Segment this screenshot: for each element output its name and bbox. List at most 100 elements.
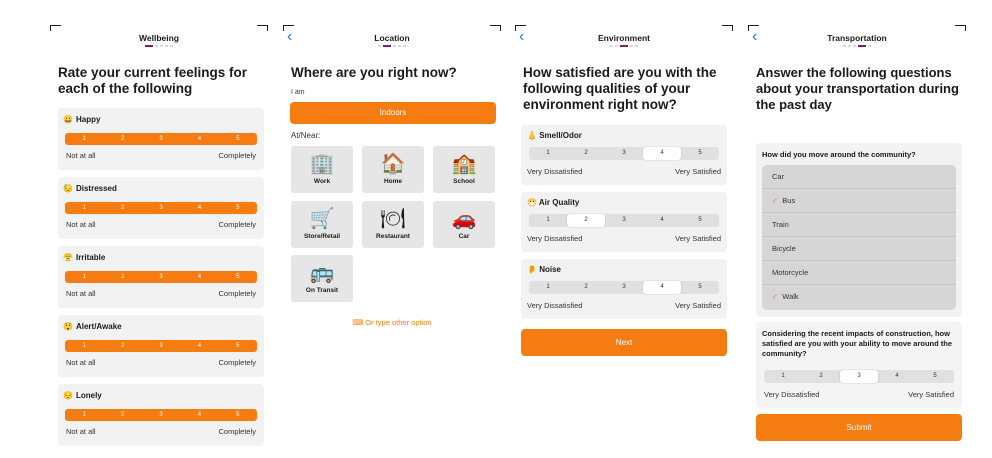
location-option-car[interactable]: 🚗 Car (433, 201, 495, 248)
scale-option-2[interactable]: 2 (567, 147, 605, 160)
low-label: Very Dissatisfied (527, 301, 583, 310)
scale-option-2[interactable]: 2 (567, 281, 605, 294)
high-label: Very Satisfied (908, 390, 954, 399)
rating-option-3[interactable]: 3 (142, 340, 180, 352)
rating-option-4[interactable]: 4 (180, 133, 218, 145)
mode-option-bus[interactable]: ✓ Bus (762, 189, 956, 213)
type-other-option-link[interactable]: ⌨ Or type other option (283, 318, 501, 327)
high-label: Completely (218, 427, 256, 436)
rating-label: 😓 Distressed (63, 184, 117, 193)
rating-option-4[interactable]: 4 (180, 340, 218, 352)
rating-option-1[interactable]: 1 (65, 340, 103, 352)
rating-option-3[interactable]: 3 (142, 133, 180, 145)
scale-option-4-selected[interactable]: 4 (643, 147, 681, 160)
progress-dots (145, 45, 173, 47)
low-label: Very Dissatisfied (527, 167, 583, 176)
scale-option-5[interactable]: 5 (681, 281, 719, 294)
scale-option-1[interactable]: 1 (529, 281, 567, 294)
scale-option-1[interactable]: 1 (529, 214, 567, 227)
rating-option-3[interactable]: 3 (142, 271, 180, 283)
high-label: Completely (218, 358, 256, 367)
rating-scale[interactable]: 12345 (65, 340, 257, 352)
rating-option-3[interactable]: 3 (142, 409, 180, 421)
scale-option-3[interactable]: 3 (605, 147, 643, 160)
scale-option-1[interactable]: 1 (529, 147, 567, 160)
frame-corner (955, 25, 966, 31)
high-label: Very Satisfied (675, 234, 721, 243)
location-option-transit[interactable]: 🚌 On Transit (291, 255, 353, 302)
rating-scale[interactable]: 12345 (65, 409, 257, 421)
low-label: Not at all (66, 151, 96, 160)
scale-option-1[interactable]: 1 (764, 370, 802, 383)
location-option-store[interactable]: 🛒 Store/Retail (291, 201, 353, 248)
transport-mode-list: Car ✓ Bus Train Bicycle Motorcycle ✓ Walk (762, 165, 956, 310)
environment-header: Environment (598, 33, 650, 43)
satisfaction-scale[interactable]: 12345 (529, 147, 719, 160)
page-title: How satisfied are you with the following… (523, 65, 717, 112)
high-label: Completely (218, 151, 256, 160)
rating-label: 😲 Alert/Awake (63, 322, 122, 331)
rating-option-5[interactable]: 5 (219, 133, 257, 145)
scale-option-5[interactable]: 5 (681, 214, 719, 227)
satisfaction-scale[interactable]: 12345 (529, 214, 719, 227)
high-label: Completely (218, 289, 256, 298)
rating-card-lonely: 😔 Lonely 12345 Not at all Completely (58, 384, 264, 446)
rating-option-5[interactable]: 5 (219, 271, 257, 283)
scale-option-4-selected[interactable]: 4 (643, 281, 681, 294)
rating-scale[interactable]: 12345 (65, 202, 257, 214)
rating-option-1[interactable]: 1 (65, 409, 103, 421)
environment-screen: ‹ Environment How satisfied are you with… (515, 25, 733, 450)
indoors-button[interactable]: Indoors (290, 102, 496, 124)
location-option-home[interactable]: 🏠 Home (362, 146, 424, 193)
location-option-restaurant[interactable]: 🍽 Restaurant (362, 201, 424, 248)
rating-option-1[interactable]: 1 (65, 271, 103, 283)
rating-option-2[interactable]: 2 (103, 133, 141, 145)
rating-label: 😤 Irritable (63, 253, 106, 262)
location-option-work[interactable]: 🏢 Work (291, 146, 353, 193)
rating-option-4[interactable]: 4 (180, 409, 218, 421)
location-option-school[interactable]: 🏫 School (433, 146, 495, 193)
scale-option-3-selected[interactable]: 3 (840, 370, 878, 383)
mode-option-motorcycle[interactable]: Motorcycle (762, 261, 956, 285)
satisfaction-scale[interactable]: 12345 (764, 370, 954, 383)
bus-icon: 🚌 (309, 262, 335, 284)
submit-button[interactable]: Submit (756, 414, 962, 441)
scale-option-5[interactable]: 5 (681, 147, 719, 160)
scale-option-3[interactable]: 3 (605, 281, 643, 294)
scale-option-5[interactable]: 5 (916, 370, 954, 383)
rating-option-5[interactable]: 5 (219, 409, 257, 421)
rating-option-2[interactable]: 2 (103, 202, 141, 214)
office-building-icon: 🏢 (309, 153, 335, 175)
satisfaction-scale[interactable]: 12345 (529, 281, 719, 294)
plate-cutlery-icon: 🍽 (380, 208, 406, 230)
rating-label: 😔 Lonely (63, 391, 102, 400)
rating-option-3[interactable]: 3 (142, 202, 180, 214)
transportation-header: Transportation (827, 33, 887, 43)
rating-option-2[interactable]: 2 (103, 340, 141, 352)
mode-option-bicycle[interactable]: Bicycle (762, 237, 956, 261)
mode-option-train[interactable]: Train (762, 213, 956, 237)
rating-option-1[interactable]: 1 (65, 133, 103, 145)
scale-option-4[interactable]: 4 (643, 214, 681, 227)
rating-option-4[interactable]: 4 (180, 271, 218, 283)
location-screen: ‹ Location Where are you right now? I am… (283, 25, 501, 450)
rating-option-2[interactable]: 2 (103, 271, 141, 283)
transportation-screen: ‹ Transportation Answer the following qu… (748, 25, 966, 450)
rating-scale[interactable]: 12345 (65, 133, 257, 145)
scale-option-2-selected[interactable]: 2 (567, 214, 605, 227)
rating-option-5[interactable]: 5 (219, 340, 257, 352)
rating-option-1[interactable]: 1 (65, 202, 103, 214)
transport-mode-question: How did you move around the community? C… (756, 143, 962, 317)
sweat-face-icon: 😓 (63, 184, 73, 193)
page-title: Where are you right now? (291, 65, 457, 80)
rating-option-5[interactable]: 5 (219, 202, 257, 214)
scale-option-2[interactable]: 2 (802, 370, 840, 383)
scale-option-3[interactable]: 3 (605, 214, 643, 227)
next-button[interactable]: Next (521, 329, 727, 356)
rating-scale[interactable]: 12345 (65, 271, 257, 283)
scale-option-4[interactable]: 4 (878, 370, 916, 383)
mode-option-walk[interactable]: ✓ Walk (762, 285, 956, 308)
mode-option-car[interactable]: Car (762, 165, 956, 189)
rating-option-2[interactable]: 2 (103, 409, 141, 421)
rating-option-4[interactable]: 4 (180, 202, 218, 214)
